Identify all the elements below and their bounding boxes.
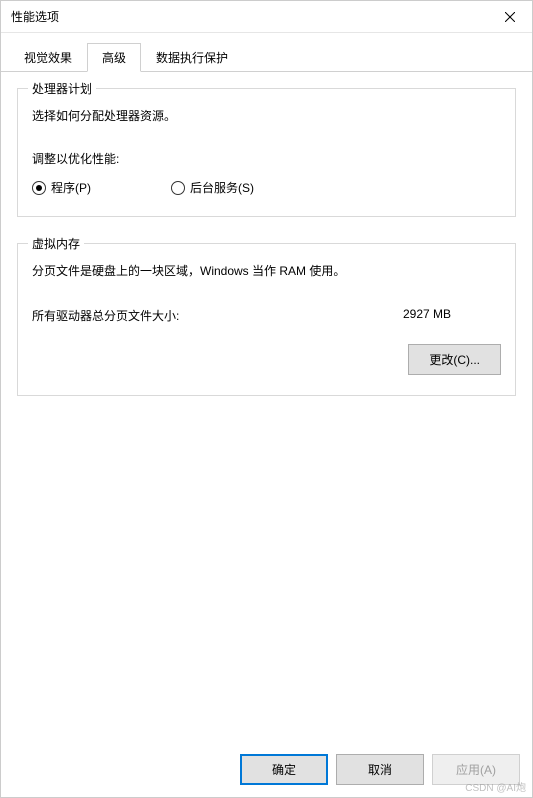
virtual-memory-group: 虚拟内存 分页文件是硬盘上的一块区域，Windows 当作 RAM 使用。 所有…: [17, 243, 516, 396]
apply-button: 应用(A): [432, 754, 520, 785]
tab-advanced[interactable]: 高级: [87, 43, 141, 72]
vm-total-value: 2927 MB: [403, 307, 451, 324]
vm-group-title: 虚拟内存: [28, 235, 84, 252]
vm-desc: 分页文件是硬盘上的一块区域，Windows 当作 RAM 使用。: [32, 262, 501, 279]
radio-row: 程序(P) 后台服务(S): [32, 179, 501, 196]
radio-icon: [171, 181, 185, 195]
dialog-footer: 确定 取消 应用(A): [240, 754, 520, 785]
processor-group-title: 处理器计划: [28, 80, 96, 97]
tab-bar: 视觉效果 高级 数据执行保护: [1, 33, 532, 72]
radio-background-services[interactable]: 后台服务(S): [171, 179, 254, 196]
window-title: 性能选项: [11, 8, 59, 25]
tab-dep[interactable]: 数据执行保护: [141, 43, 243, 71]
vm-total-label: 所有驱动器总分页文件大小:: [32, 307, 179, 324]
vm-change-row: 更改(C)...: [32, 344, 501, 375]
titlebar: 性能选项: [1, 1, 532, 33]
close-icon: [505, 12, 515, 22]
content-area: 处理器计划 选择如何分配处理器资源。 调整以优化性能: 程序(P) 后台服务(S…: [1, 72, 532, 438]
change-button[interactable]: 更改(C)...: [408, 344, 501, 375]
close-button[interactable]: [487, 1, 532, 33]
processor-scheduling-group: 处理器计划 选择如何分配处理器资源。 调整以优化性能: 程序(P) 后台服务(S…: [17, 88, 516, 217]
tab-visual-effects[interactable]: 视觉效果: [9, 43, 87, 71]
adjust-label: 调整以优化性能:: [32, 150, 501, 167]
radio-programs[interactable]: 程序(P): [32, 179, 91, 196]
cancel-button[interactable]: 取消: [336, 754, 424, 785]
vm-total-row: 所有驱动器总分页文件大小: 2927 MB: [32, 307, 501, 324]
radio-icon: [32, 181, 46, 195]
radio-services-label: 后台服务(S): [190, 179, 254, 196]
ok-button[interactable]: 确定: [240, 754, 328, 785]
radio-programs-label: 程序(P): [51, 179, 91, 196]
processor-desc: 选择如何分配处理器资源。: [32, 107, 501, 124]
